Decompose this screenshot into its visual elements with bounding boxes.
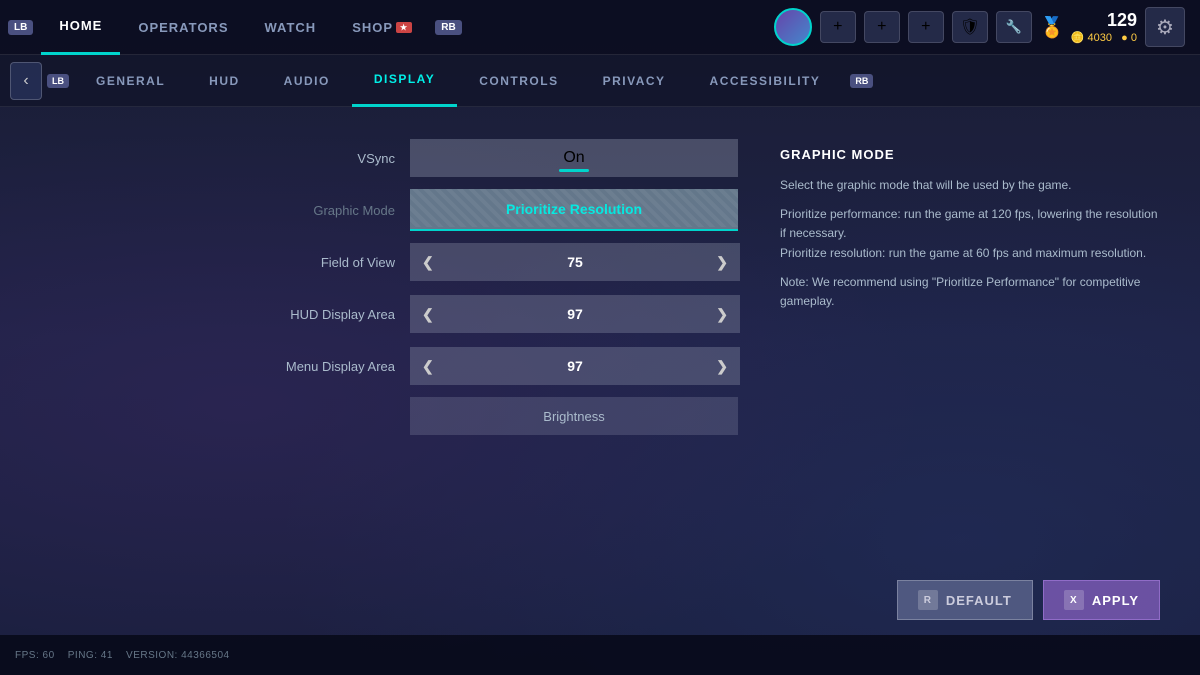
- brightness-control[interactable]: Brightness: [410, 397, 738, 435]
- main-content: VSync On Graphic Mode Prioritize Resolut…: [0, 107, 1200, 635]
- graphic-mode-row: Graphic Mode Prioritize Resolution: [40, 189, 740, 231]
- tool-icon: 🔧: [1006, 19, 1022, 35]
- nav-shop[interactable]: SHOP ★: [334, 0, 430, 55]
- vsync-label: VSync: [40, 151, 410, 166]
- menu-display-value: 97: [567, 358, 583, 374]
- graphic-mode-dropdown[interactable]: Prioritize Resolution: [410, 189, 738, 231]
- hud-display-control[interactable]: ❮ 97 ❯: [410, 295, 740, 333]
- info-panel: GRAPHIC MODE Select the graphic mode tha…: [780, 137, 1160, 605]
- score-block: 129 🪙 4030 ● 0: [1071, 10, 1137, 44]
- info-title: GRAPHIC MODE: [780, 147, 1160, 162]
- plus-icon-3: +: [921, 18, 930, 36]
- score-section: 🏅 129 🪙 4030 ● 0: [1040, 10, 1137, 44]
- settings-panel: VSync On Graphic Mode Prioritize Resolut…: [40, 137, 740, 605]
- nav-home[interactable]: HOME: [41, 0, 120, 55]
- menu-increase-button[interactable]: ❯: [704, 353, 740, 380]
- nav-operators[interactable]: OPERATORS: [120, 0, 246, 55]
- fov-row: Field of View ❮ 75 ❯: [40, 241, 740, 283]
- fps-display: FPS: 60 PING: 41 VERSION: 44366504: [15, 650, 230, 661]
- info-paragraph-3: Note: We recommend using "Prioritize Per…: [780, 273, 1160, 311]
- rb2-badge: RB: [850, 74, 873, 88]
- score-main: 129: [1107, 10, 1137, 31]
- top-nav-right: + + + 🛡 🔧 🏅 129 🪙 4030 ● 0 ⚙: [774, 7, 1200, 47]
- status-bar: FPS: 60 PING: 41 VERSION: 44366504: [0, 635, 1200, 675]
- info-paragraph-2: Prioritize performance: run the game at …: [780, 205, 1160, 263]
- vsync-row: VSync On: [40, 137, 740, 179]
- medal-icon: 🏅: [1040, 15, 1065, 40]
- tool-icon-btn[interactable]: 🔧: [996, 11, 1032, 43]
- fov-control[interactable]: ❮ 75 ❯: [410, 243, 740, 281]
- back-button[interactable]: ‹: [10, 62, 42, 100]
- tab-accessibility[interactable]: ACCESSIBILITY: [688, 55, 843, 107]
- settings-tab-bar: ‹ LB GENERAL HUD AUDIO DISPLAY CONTROLS …: [0, 55, 1200, 107]
- fov-increase-button[interactable]: ❯: [704, 249, 740, 276]
- rb-badge: RB: [435, 20, 461, 35]
- graphic-mode-value: Prioritize Resolution: [506, 201, 642, 217]
- menu-display-control[interactable]: ❮ 97 ❯: [410, 347, 740, 385]
- plus-icon-2: +: [877, 18, 886, 36]
- plus-icon-btn-3[interactable]: +: [908, 11, 944, 43]
- shield-icon-btn[interactable]: 🛡: [952, 11, 988, 43]
- top-nav-bar: LB HOME OPERATORS WATCH SHOP ★ RB + + + …: [0, 0, 1200, 55]
- back-icon: ‹: [23, 72, 28, 90]
- lb-badge: LB: [8, 20, 33, 35]
- brightness-text: Brightness: [543, 409, 604, 424]
- tab-hud[interactable]: HUD: [187, 55, 262, 107]
- score-sub: 🪙 4030 ● 0: [1071, 31, 1137, 44]
- hud-display-row: HUD Display Area ❮ 97 ❯: [40, 293, 740, 335]
- plus-icon-1: +: [833, 18, 842, 36]
- menu-decrease-button[interactable]: ❮: [410, 353, 446, 380]
- tab-general[interactable]: GENERAL: [74, 55, 187, 107]
- fov-label: Field of View: [40, 255, 410, 270]
- top-nav-left: LB HOME OPERATORS WATCH SHOP ★ RB: [0, 0, 462, 55]
- toggle-indicator: [559, 169, 589, 172]
- fov-value: 75: [567, 254, 583, 270]
- tab-audio[interactable]: AUDIO: [262, 55, 352, 107]
- avatar: [774, 8, 812, 46]
- hud-display-value: 97: [567, 306, 583, 322]
- menu-display-label: Menu Display Area: [40, 359, 410, 374]
- brightness-row: Brightness: [40, 397, 740, 435]
- vsync-control[interactable]: On: [410, 139, 738, 177]
- hud-decrease-button[interactable]: ❮: [410, 301, 446, 328]
- graphic-mode-label: Graphic Mode: [40, 203, 410, 218]
- tab-display[interactable]: DISPLAY: [352, 55, 457, 107]
- vsync-value: On: [563, 149, 584, 167]
- shop-badge: ★: [396, 22, 412, 33]
- graphic-mode-selected[interactable]: Prioritize Resolution: [410, 189, 738, 231]
- info-paragraph-1: Select the graphic mode that will be use…: [780, 176, 1160, 195]
- fov-decrease-button[interactable]: ❮: [410, 249, 446, 276]
- hud-display-label: HUD Display Area: [40, 307, 410, 322]
- tab-controls[interactable]: CONTROLS: [457, 55, 580, 107]
- nav-watch[interactable]: WATCH: [247, 0, 335, 55]
- shield-icon: 🛡: [960, 17, 980, 37]
- plus-icon-btn-2[interactable]: +: [864, 11, 900, 43]
- lb2-badge: LB: [47, 74, 69, 88]
- tab-privacy[interactable]: PRIVACY: [581, 55, 688, 107]
- gear-icon: ⚙: [1156, 15, 1174, 40]
- menu-display-row: Menu Display Area ❮ 97 ❯: [40, 345, 740, 387]
- plus-icon-btn-1[interactable]: +: [820, 11, 856, 43]
- hud-increase-button[interactable]: ❯: [704, 301, 740, 328]
- gear-button[interactable]: ⚙: [1145, 7, 1185, 47]
